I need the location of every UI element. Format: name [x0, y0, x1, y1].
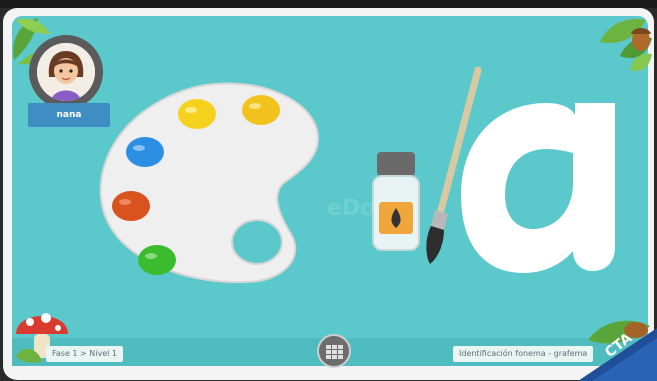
girl-avatar-icon — [37, 43, 95, 101]
acorn-icon — [631, 28, 651, 51]
top-strip — [0, 0, 657, 8]
avatar-picture — [37, 43, 95, 101]
grid-menu-button[interactable] — [317, 334, 351, 368]
letter-a: a — [461, 103, 615, 273]
paint-palette-icon — [99, 82, 320, 284]
avatar[interactable] — [29, 35, 103, 109]
grid-icon — [326, 345, 343, 359]
level-breadcrumb: Fase 1 > Nivel 1 — [46, 346, 123, 362]
activity-name: Identificación fonema - grafema — [453, 346, 594, 362]
